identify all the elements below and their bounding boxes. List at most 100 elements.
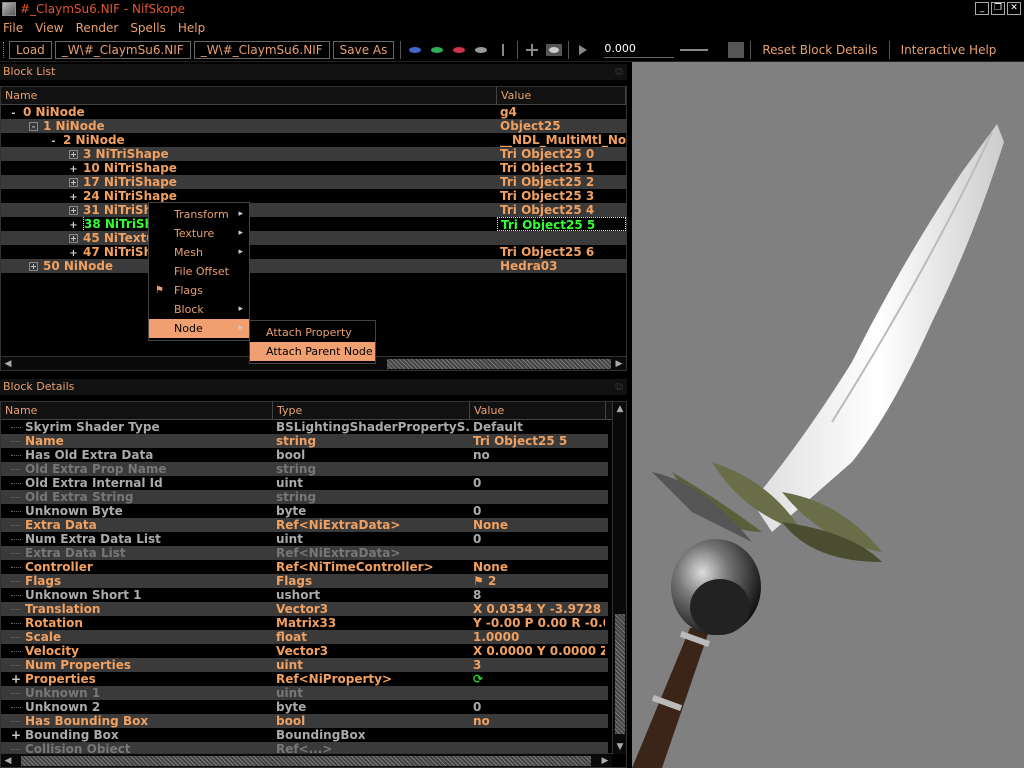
walk-icon[interactable]	[495, 43, 511, 57]
block-list-row[interactable]: +38 NiTriShape Tri Object25 5	[1, 217, 626, 231]
save-path-field[interactable]: _W\#_ClaymSu6.NIF	[193, 40, 330, 59]
detail-row[interactable]: Controller Ref<NiTimeController> None	[1, 560, 608, 574]
block-list-row[interactable]: -0 NiNode g4	[1, 105, 626, 119]
block-list-row[interactable]: -1 NiNode Object25	[1, 119, 626, 133]
expand-icon[interactable]: +	[69, 247, 78, 259]
loop-icon[interactable]	[728, 41, 745, 58]
expand-icon[interactable]: +	[69, 219, 78, 231]
col-name[interactable]: Name	[1, 402, 273, 419]
detail-row[interactable]: Rotation Matrix33 Y -0.00 P 0.00 R -0.00	[1, 616, 608, 630]
collapse-icon[interactable]: -	[29, 122, 38, 131]
scroll-left-icon[interactable]: ◀	[1, 357, 15, 371]
detail-value[interactable]: 0	[470, 700, 605, 714]
restore-button[interactable]: ❐	[991, 2, 1005, 15]
detail-value[interactable]: 3	[470, 658, 605, 672]
detail-value[interactable]: no	[470, 714, 605, 728]
detail-row[interactable]: Old Extra String string	[1, 490, 608, 504]
detail-row[interactable]: Skyrim Shader Type BSLightingShaderProper…	[1, 420, 608, 434]
block-details-hscroll[interactable]: ◀ ▶	[1, 753, 612, 767]
view-top-icon[interactable]	[407, 43, 423, 57]
block-list-row[interactable]: +10 NiTriShape Tri Object25 1	[1, 161, 626, 175]
detail-row[interactable]: Unknown Short 1 ushort 8	[1, 588, 608, 602]
detail-value[interactable]: X 0.0000 Y 0.0000 Z 0	[470, 644, 605, 658]
play-icon[interactable]	[575, 43, 591, 57]
detail-row[interactable]: Old Extra Prop Name string	[1, 462, 608, 476]
block-list-row[interactable]: +3 NiTriShape Tri Object25 0	[1, 147, 626, 161]
collapse-icon[interactable]: -	[49, 135, 58, 147]
expand-icon[interactable]: +	[29, 262, 38, 271]
menu-file[interactable]: File	[3, 21, 23, 35]
menu-item-flags[interactable]: ⚑ Flags	[149, 281, 249, 300]
detail-row[interactable]: Extra Data List Ref<NiExtraData>	[1, 546, 608, 560]
menu-item-file-offset[interactable]: File Offset	[149, 262, 249, 281]
block-details-vscroll[interactable]: ▲ ▼	[612, 402, 626, 754]
scroll-thumb[interactable]	[21, 756, 591, 766]
expand-icon[interactable]: +	[69, 206, 78, 215]
detail-row[interactable]: Extra Data Ref<NiExtraData> None	[1, 518, 608, 532]
save-as-button[interactable]: Save As	[332, 40, 395, 59]
detail-value[interactable]	[470, 728, 605, 742]
col-value[interactable]: Value	[470, 402, 606, 419]
detail-row[interactable]: Old Extra Internal Id uint 0	[1, 476, 608, 490]
detail-value[interactable]: 0	[470, 476, 605, 490]
detail-value[interactable]: 1.0000	[470, 630, 605, 644]
detail-value[interactable]: ⟳	[470, 672, 605, 686]
render-viewport[interactable]	[632, 62, 1024, 768]
detail-value[interactable]: 0	[470, 504, 605, 518]
detail-value[interactable]: None	[470, 518, 605, 532]
menu-item-mesh[interactable]: Mesh ▸	[149, 243, 249, 262]
expand-icon[interactable]: +	[69, 178, 78, 187]
block-list-row[interactable]: +24 NiTriShape Tri Object25 3	[1, 189, 626, 203]
load-button[interactable]: Load	[9, 40, 52, 59]
menu-spells[interactable]: Spells	[130, 21, 166, 35]
detail-row[interactable]: + Bounding Box BoundingBox	[1, 728, 608, 742]
detail-value[interactable]: X 0.0354 Y -3.9728 Z	[470, 602, 605, 616]
col-value[interactable]: Value	[497, 87, 626, 104]
detail-value[interactable]: None	[470, 560, 605, 574]
detail-row[interactable]: Collision Object Ref<...>	[1, 742, 608, 753]
menu-help[interactable]: Help	[178, 21, 205, 35]
expand-icon[interactable]: +	[11, 672, 21, 686]
menu-view[interactable]: View	[35, 21, 63, 35]
expand-icon[interactable]: +	[69, 163, 78, 175]
scroll-right-icon[interactable]: ▶	[598, 754, 612, 768]
block-list-row[interactable]: -2 NiNode__NDL_MultiMtl_Node	[1, 133, 626, 147]
detail-value[interactable]	[470, 462, 605, 476]
axes-icon[interactable]	[524, 43, 540, 57]
detail-value[interactable]: Y -0.00 P 0.00 R -0.00	[470, 616, 605, 630]
block-list-row[interactable]: +17 NiTriShape Tri Object25 2	[1, 175, 626, 189]
detail-value[interactable]	[470, 742, 605, 753]
time-field[interactable]: 0.000	[604, 42, 675, 58]
float-icon[interactable]: ⧉	[615, 64, 623, 80]
toolbar-grip[interactable]	[3, 41, 6, 58]
block-list-row[interactable]: +50 NiNode Hedra03	[1, 259, 626, 273]
menu-item-transform[interactable]: Transform ▸	[149, 205, 249, 224]
col-type[interactable]: Type	[273, 402, 470, 419]
view-front-icon[interactable]	[429, 43, 445, 57]
detail-row[interactable]: Has Bounding Box bool no	[1, 714, 608, 728]
detail-row[interactable]: Unknown 2 byte 0	[1, 700, 608, 714]
detail-value[interactable]	[470, 546, 605, 560]
camera-icon[interactable]	[546, 43, 563, 57]
expand-icon[interactable]: +	[69, 191, 78, 203]
detail-row[interactable]: Num Extra Data List uint 0	[1, 532, 608, 546]
refresh-icon[interactable]: ⟳	[473, 672, 483, 686]
scroll-right-icon[interactable]: ▶	[612, 357, 626, 371]
detail-row[interactable]: Flags Flags ⚑ 2	[1, 574, 608, 588]
block-list-row[interactable]: +45 NiTexturingProperty	[1, 231, 626, 245]
view-user-icon[interactable]	[473, 43, 489, 57]
reset-block-details-button[interactable]: Reset Block Details	[762, 43, 877, 57]
scroll-up-icon[interactable]: ▲	[613, 402, 627, 416]
scroll-thumb[interactable]	[615, 614, 625, 734]
detail-value[interactable]: 8	[470, 588, 605, 602]
detail-row[interactable]: Scale float 1.0000	[1, 630, 608, 644]
expand-icon[interactable]: +	[11, 728, 21, 742]
menu-item-block[interactable]: Block ▸	[149, 300, 249, 319]
menu-item-attach-parent-node[interactable]: Attach Parent Node	[250, 342, 375, 361]
collapse-icon[interactable]: -	[9, 107, 18, 119]
detail-row[interactable]: Velocity Vector3 X 0.0000 Y 0.0000 Z 0	[1, 644, 608, 658]
detail-value[interactable]: Tri Object25 5	[470, 434, 605, 448]
col-name[interactable]: Name	[1, 87, 497, 104]
detail-row[interactable]: Unknown Byte byte 0	[1, 504, 608, 518]
scroll-down-icon[interactable]: ▼	[613, 740, 627, 754]
